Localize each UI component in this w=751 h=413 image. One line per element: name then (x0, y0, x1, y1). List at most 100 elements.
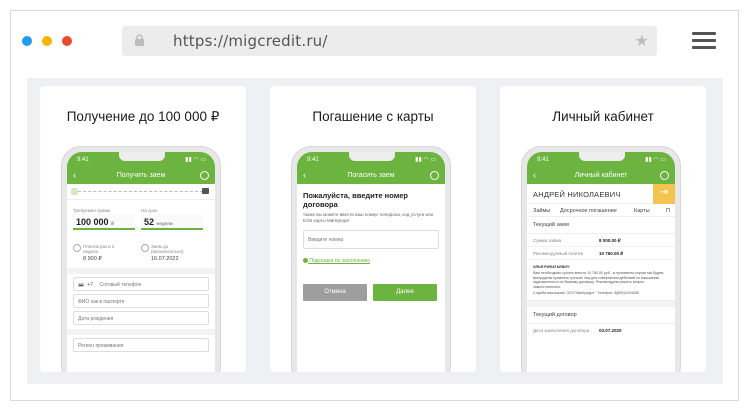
tab-more[interactable]: П (666, 208, 670, 214)
status-time: 9:41 (307, 157, 319, 163)
user-header: АНДРЕЙ НИКОЛАЕВИЧ ⇥ (527, 184, 675, 204)
contract-date-label: Дата заключения договора (533, 328, 590, 334)
fio-field[interactable]: ФИО как в паспорте (73, 294, 209, 308)
card-title: Личный кабинет (552, 109, 654, 124)
contract-number-placeholder: Введите номер (308, 237, 344, 243)
feature-card-loan: Получение до 100 000 ₽ 9:41 ▮▮ ◠ ▭ ‹ Пол… (40, 86, 246, 372)
info-row: Сумма займа 8 000.00 ₽ (527, 234, 675, 247)
tab-cards[interactable]: Карты (634, 208, 650, 214)
app-bar-title: Получить заем (116, 172, 166, 179)
payment-label: Рекомендуемый платеж (533, 251, 584, 256)
repay-form: Пожалуйста, введите номер договора также… (297, 184, 445, 224)
app-bar: ‹ Личный кабинет (527, 169, 675, 184)
bookmark-star-icon[interactable]: ★ (635, 31, 649, 51)
notice-signature: Служба взыскания. ООО"МигКредит". Телефо… (533, 291, 639, 296)
lock-icon (134, 34, 145, 52)
loan-amount-value: 8 000.00 ₽ (599, 238, 621, 243)
minimize-dot[interactable] (42, 36, 52, 46)
phone-mockup: 9:41 ▮▮ ◠ ▭ ‹ Личный кабинет АНДРЕЙ НИКО… (521, 146, 681, 372)
wallet-icon (202, 188, 209, 194)
region-placeholder: Регион проживания (78, 343, 124, 349)
repay-subtext: также вы можете ввести ваш номер телефон… (303, 212, 434, 223)
url-text: https://migcredit.ru/ (173, 32, 328, 50)
whatsapp-icon[interactable] (660, 171, 669, 180)
dob-field[interactable]: Дата рождения (73, 311, 209, 325)
menu-icon[interactable] (692, 32, 716, 53)
term-value: 52 (144, 217, 155, 227)
whatsapp-icon[interactable] (430, 171, 439, 180)
phone-mockup: 9:41 ▮▮ ◠ ▭ ‹ Получить заем Требуемая су… (61, 146, 221, 372)
info-row: Рекомендуемый платеж 10 760.00 ₽ (527, 247, 675, 260)
term-label: На срок (141, 208, 158, 213)
app-bar-title: Погасить заем (347, 172, 395, 179)
payment-value: 10 760.00 ₽ (599, 251, 624, 256)
loan-amount-label: Сумма займа (533, 238, 562, 243)
dob-placeholder: Дата рождения (78, 316, 114, 322)
progress-track (67, 184, 215, 200)
calendar-icon (141, 244, 149, 252)
payment-icon (73, 244, 81, 252)
status-bar: 9:41 ▮▮ ◠ ▭ (297, 152, 445, 169)
leaf-icon (71, 188, 78, 195)
cancel-button[interactable]: Отмена (303, 284, 367, 301)
close-dot[interactable] (22, 36, 32, 46)
app-bar: ‹ Погасить заем (297, 169, 445, 184)
next-button[interactable]: Далее (373, 284, 437, 301)
hint-text: Подсказка по заполнению (309, 258, 370, 264)
card-title: Получение до 100 000 ₽ (66, 109, 220, 124)
tab-loans[interactable]: Займы (533, 208, 550, 214)
info-icon (303, 258, 308, 264)
sum-value: 100 000 (76, 217, 109, 227)
tab-early-repayment[interactable]: Досрочное погашение (560, 208, 617, 214)
signal-icons: ▮▮ ◠ ▭ (645, 157, 666, 163)
phone-placeholder: Сотовый телефон (99, 282, 142, 288)
address-bar[interactable]: https://migcredit.ru/ ★ (122, 26, 657, 56)
info-row: Дата заключения договора 03.07.2020 (527, 324, 675, 337)
back-icon[interactable]: ‹ (533, 170, 536, 180)
phone-notch (349, 152, 395, 161)
current-contract-title: Текущий договор (527, 307, 675, 325)
until-label: Заем до (включительно) (151, 244, 184, 254)
payment-value: 8 900 ₽ (83, 256, 102, 262)
page-content: Получение до 100 000 ₽ 9:41 ▮▮ ◠ ▭ ‹ Пол… (27, 78, 723, 384)
window-controls (22, 36, 72, 46)
current-loan-title: Текущий заем (527, 217, 675, 234)
sum-label: Требуемая сумма (73, 208, 111, 213)
back-icon[interactable]: ‹ (73, 170, 76, 180)
user-name: АНДРЕЙ НИКОЛАЕВИЧ (533, 190, 621, 199)
maximize-dot[interactable] (62, 36, 72, 46)
phone-field[interactable]: +7 Сотовый телефон (73, 277, 209, 291)
phone-screen: 9:41 ▮▮ ◠ ▭ ‹ Погасить заем Пожалуйста, … (297, 152, 445, 372)
status-time: 9:41 (537, 157, 549, 163)
notice-text: Вам необходимо срочно внести 10 760.00 р… (533, 271, 664, 289)
phone-screen: 9:41 ▮▮ ◠ ▭ ‹ Получить заем Требуемая су… (67, 152, 215, 372)
card-title: Погашение с карты (312, 109, 434, 124)
account-tabs: Займы Досрочное погашение Карты П (527, 204, 675, 217)
hint-link[interactable]: Подсказка по заполнению (297, 252, 445, 264)
contract-number-input[interactable]: Введите номер (303, 230, 439, 249)
signal-icons: ▮▮ ◠ ▭ (185, 157, 206, 163)
region-field[interactable]: Регион проживания (73, 338, 209, 352)
feature-card-repay: Погашение с карты 9:41 ▮▮ ◠ ▭ ‹ Погасить… (270, 86, 476, 372)
signal-icons: ▮▮ ◠ ▭ (415, 157, 436, 163)
status-bar: 9:41 ▮▮ ◠ ▭ (67, 152, 215, 169)
phone-code: +7 (87, 282, 94, 288)
sum-unit: ₽ (111, 221, 114, 226)
collection-notice: ИЛЬЯ РИФАТЬЕВИЧ Вам необходимо срочно вн… (527, 260, 675, 302)
repay-heading: Пожалуйста, введите номер договора (303, 191, 408, 209)
back-icon[interactable]: ‹ (303, 170, 306, 180)
term-field[interactable]: 52 недели (141, 214, 203, 230)
fio-placeholder: ФИО как в паспорте (78, 299, 125, 305)
payment-label: Платеж раз в 2 недели (83, 244, 115, 254)
logout-icon[interactable]: ⇥ (653, 184, 675, 204)
phone-screen: 9:41 ▮▮ ◠ ▭ ‹ Личный кабинет АНДРЕЙ НИКО… (527, 152, 675, 372)
status-bar: 9:41 ▮▮ ◠ ▭ (527, 152, 675, 169)
russia-flag-icon (78, 282, 84, 287)
notice-recipient: ИЛЬЯ РИФАТЬЕВИЧ (533, 265, 570, 269)
app-bar: ‹ Получить заем (67, 169, 215, 184)
sum-field[interactable]: 100 000 ₽ (73, 214, 135, 230)
contract-date-value: 03.07.2020 (599, 328, 622, 334)
until-value: 16.07.2022 (151, 256, 179, 262)
whatsapp-icon[interactable] (200, 171, 209, 180)
app-bar-title: Личный кабинет (574, 172, 628, 179)
